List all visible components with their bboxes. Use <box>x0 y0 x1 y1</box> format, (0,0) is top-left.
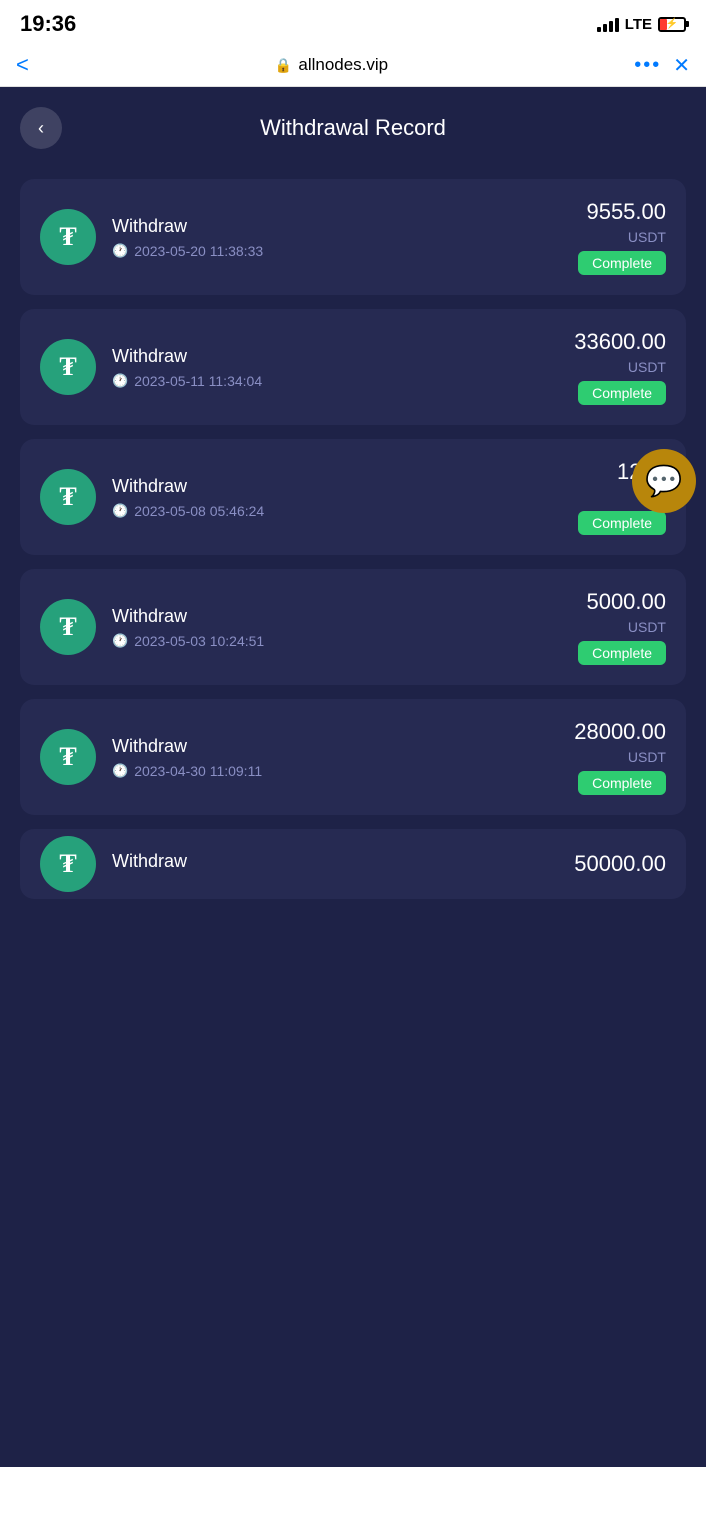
tether-icon: ₮ <box>40 836 96 892</box>
tether-icon: ₮ <box>40 729 96 785</box>
status-badge: Complete <box>578 511 666 535</box>
transaction-currency: USDT <box>628 359 666 375</box>
signal-bars-icon <box>597 16 619 32</box>
clock-icon: 🕐 <box>112 243 128 259</box>
transaction-time: 🕐 2023-05-20 11:38:33 <box>112 243 562 259</box>
transaction-item-partial[interactable]: ₮ Withdraw 50000.00 <box>20 829 686 899</box>
clock-icon: 🕐 <box>112 763 128 779</box>
transaction-time: 🕐 2023-05-03 10:24:51 <box>112 633 562 649</box>
browser-bar: < 🔒 allnodes.vip ••• ✕ <box>0 44 706 87</box>
status-icons: LTE ⚡ <box>597 16 686 33</box>
back-arrow-icon: ‹ <box>38 118 44 139</box>
transaction-type: Withdraw <box>112 216 562 237</box>
clock-icon: 🕐 <box>112 373 128 389</box>
transaction-datetime: 2023-05-20 11:38:33 <box>134 243 263 259</box>
tether-symbol-icon: ₮ <box>59 222 76 252</box>
tether-symbol-icon: ₮ <box>59 849 76 879</box>
transaction-info: Withdraw 🕐 2023-05-08 05:46:24 <box>112 476 562 519</box>
tether-icon: ₮ <box>40 339 96 395</box>
status-time: 19:36 <box>20 11 76 37</box>
battery-icon: ⚡ <box>658 17 686 32</box>
transaction-type: Withdraw <box>112 476 562 497</box>
chat-button[interactable]: 💬 <box>632 449 696 513</box>
transaction-datetime: 2023-05-03 10:24:51 <box>134 633 264 649</box>
transaction-type: Withdraw <box>112 851 558 872</box>
transaction-info: Withdraw 🕐 2023-05-20 11:38:33 <box>112 216 562 259</box>
browser-close-button[interactable]: ✕ <box>673 53 690 78</box>
chat-icon: 💬 <box>645 464 682 499</box>
transaction-item[interactable]: ₮ Withdraw 🕐 2023-04-30 11:09:11 28000.0… <box>20 699 686 815</box>
page-header: ‹ Withdrawal Record <box>0 87 706 179</box>
transaction-currency: USDT <box>628 229 666 245</box>
transaction-datetime: 2023-05-08 05:46:24 <box>134 503 264 519</box>
transaction-amount-area: 28000.00 USDT Complete <box>574 719 666 795</box>
browser-url-area: 🔒 allnodes.vip <box>41 55 622 75</box>
battery-bolt-icon: ⚡ <box>666 19 678 30</box>
transaction-amount: 50000.00 <box>574 851 666 877</box>
tether-symbol-icon: ₮ <box>59 612 76 642</box>
transaction-amount: 33600.00 <box>574 329 666 355</box>
status-badge: Complete <box>578 771 666 795</box>
transaction-amount-area: 9555.00 USDT Complete <box>578 199 666 275</box>
transaction-info: Withdraw 🕐 2023-04-30 11:09:11 <box>112 736 558 779</box>
transaction-info: Withdraw 🕐 2023-05-03 10:24:51 <box>112 606 562 649</box>
transaction-item[interactable]: ₮ Withdraw 🕐 2023-05-11 11:34:04 33600.0… <box>20 309 686 425</box>
status-badge: Complete <box>578 381 666 405</box>
transaction-info: Withdraw <box>112 851 558 878</box>
transaction-type: Withdraw <box>112 736 558 757</box>
transaction-item[interactable]: ₮ Withdraw 🕐 2023-05-20 11:38:33 9555.00… <box>20 179 686 295</box>
transaction-type: Withdraw <box>112 346 558 367</box>
lte-label: LTE <box>625 16 652 33</box>
back-button[interactable]: ‹ <box>20 107 62 149</box>
transaction-currency: USDT <box>628 749 666 765</box>
clock-icon: 🕐 <box>112 633 128 649</box>
status-badge: Complete <box>578 641 666 665</box>
transaction-item[interactable]: ₮ Withdraw 🕐 2023-05-08 05:46:24 1200 US… <box>20 439 686 555</box>
url-text: allnodes.vip <box>298 55 388 75</box>
clock-icon: 🕐 <box>112 503 128 519</box>
tether-symbol-icon: ₮ <box>59 352 76 382</box>
transaction-amount-area: 33600.00 USDT Complete <box>574 329 666 405</box>
transaction-time: 🕐 2023-05-11 11:34:04 <box>112 373 558 389</box>
page-title: Withdrawal Record <box>62 115 644 141</box>
transaction-currency: USDT <box>628 619 666 635</box>
tether-icon: ₮ <box>40 599 96 655</box>
browser-more-button[interactable]: ••• <box>634 54 661 77</box>
status-badge: Complete <box>578 251 666 275</box>
transaction-info: Withdraw 🕐 2023-05-11 11:34:04 <box>112 346 558 389</box>
browser-back-button[interactable]: < <box>16 52 29 78</box>
transaction-item[interactable]: ₮ Withdraw 🕐 2023-05-03 10:24:51 5000.00… <box>20 569 686 685</box>
transaction-datetime: 2023-04-30 11:09:11 <box>134 763 262 779</box>
transaction-time: 🕐 2023-05-08 05:46:24 <box>112 503 562 519</box>
transaction-amount-area: 50000.00 <box>574 851 666 877</box>
transaction-amount: 28000.00 <box>574 719 666 745</box>
transaction-datetime: 2023-05-11 11:34:04 <box>134 373 262 389</box>
tether-symbol-icon: ₮ <box>59 482 76 512</box>
transaction-type: Withdraw <box>112 606 562 627</box>
lock-icon: 🔒 <box>275 57 292 74</box>
tether-icon: ₮ <box>40 209 96 265</box>
tether-symbol-icon: ₮ <box>59 742 76 772</box>
transaction-time: 🕐 2023-04-30 11:09:11 <box>112 763 558 779</box>
status-bar: 19:36 LTE ⚡ <box>0 0 706 44</box>
transaction-amount: 9555.00 <box>586 199 666 225</box>
app-content: ‹ Withdrawal Record ₮ Withdraw 🕐 2023-05… <box>0 87 706 1467</box>
transaction-amount: 5000.00 <box>586 589 666 615</box>
transaction-amount-area: 5000.00 USDT Complete <box>578 589 666 665</box>
transaction-list: ₮ Withdraw 🕐 2023-05-20 11:38:33 9555.00… <box>0 179 706 899</box>
tether-icon: ₮ <box>40 469 96 525</box>
